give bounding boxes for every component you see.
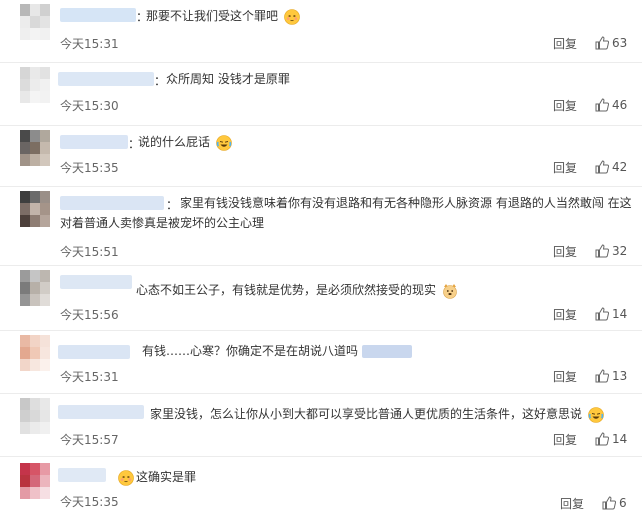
blush-emoji-icon	[118, 469, 134, 486]
timestamp: 今天15:31	[60, 37, 119, 51]
comment-row: 家里没钱，怎么让你从小到大都可以享受比普通人更优质的生活条件，这好意思说 今天1…	[0, 394, 642, 456]
like-button[interactable]: 42	[595, 160, 627, 174]
reply-button[interactable]: 回复	[553, 159, 577, 176]
username[interactable]	[58, 405, 144, 419]
avatar[interactable]	[20, 4, 50, 40]
comment-text: 有钱……心寒？你确定不是在胡说八道吗	[142, 341, 412, 361]
reply-button[interactable]: 回复	[560, 495, 584, 512]
thumbs-up-icon	[595, 244, 609, 258]
timestamp: 今天15:35	[60, 161, 119, 175]
avatar[interactable]	[20, 398, 50, 434]
username[interactable]	[58, 345, 130, 359]
thumbs-up-icon	[602, 496, 616, 510]
timestamp: 今天15:51	[60, 245, 119, 259]
comment-row: 这确实是罪 今天15:35 回复 6	[0, 457, 642, 521]
thumbs-up-icon	[595, 432, 609, 446]
thumbs-up-icon	[595, 36, 609, 50]
like-count: 63	[612, 36, 628, 50]
crying-laugh-emoji-icon	[216, 134, 232, 151]
avatar[interactable]	[20, 130, 50, 166]
timestamp: 今天15:35	[60, 495, 119, 509]
like-count: 6	[619, 496, 627, 510]
avatar[interactable]	[20, 463, 50, 499]
avatar[interactable]	[20, 335, 50, 371]
username[interactable]	[58, 468, 106, 482]
reply-button[interactable]: 回复	[553, 306, 577, 323]
avatar[interactable]	[20, 67, 50, 103]
thumbs-up-icon	[595, 369, 609, 383]
comment-text: 家里没钱，怎么让你从小到大都可以享受比普通人更优质的生活条件，这好意思说	[150, 404, 604, 424]
comment-row: ： 那要不让我们受这个罪吧 今天15:31 回复 63	[0, 0, 642, 62]
username[interactable]	[60, 8, 136, 22]
username[interactable]	[60, 135, 128, 149]
reply-button[interactable]: 回复	[553, 243, 577, 260]
avatar[interactable]	[20, 270, 50, 306]
like-button[interactable]: 32	[595, 244, 627, 258]
comment-row: ： 说的什么屁话 今天15:35 回复 42	[0, 126, 642, 186]
username[interactable]	[58, 72, 154, 86]
like-count: 14	[612, 307, 628, 321]
comment-text: 这确实是罪	[118, 467, 196, 487]
comment-text: 心态不如王公子，有钱就是优势，是必须欣然接受的现实	[136, 280, 458, 300]
comment-text: 那要不让我们受这个罪吧	[146, 6, 300, 26]
comment-row: ： 家里有钱没钱意味着你有没有退路和有无各种隐形人脉资源 有退路的人当然敢闯 在…	[0, 187, 642, 265]
reply-button[interactable]: 回复	[553, 97, 577, 114]
crying-laugh-emoji-icon	[588, 406, 604, 423]
like-button[interactable]: 14	[595, 432, 627, 446]
avatar[interactable]	[20, 191, 50, 227]
thumbs-up-icon	[595, 307, 609, 321]
like-count: 13	[612, 369, 628, 383]
like-count: 32	[612, 244, 628, 258]
reply-button[interactable]: 回复	[553, 431, 577, 448]
reply-button[interactable]: 回复	[553, 368, 577, 385]
timestamp: 今天15:56	[60, 308, 119, 322]
like-count: 42	[612, 160, 628, 174]
thumbs-up-icon	[595, 98, 609, 112]
comment-text: 说的什么屁话	[138, 132, 232, 152]
comment-text: 家里有钱没钱意味着你有没有退路和有无各种隐形人脉资源 有退路的人当然敢闯 在这对…	[60, 196, 632, 230]
comment-row: 有钱……心寒？你确定不是在胡说八道吗 今天15:31 回复 13	[0, 331, 642, 393]
reply-button[interactable]: 回复	[553, 35, 577, 52]
dog-emoji-icon	[443, 283, 457, 299]
like-count: 46	[612, 98, 628, 112]
comment-row: 心态不如王公子，有钱就是优势，是必须欣然接受的现实 今天15:56 回复 14	[0, 266, 642, 330]
colon: ：	[154, 74, 167, 88]
thumbs-up-icon	[595, 160, 609, 174]
timestamp: 今天15:30	[60, 99, 119, 113]
like-button[interactable]: 14	[595, 307, 627, 321]
like-button[interactable]: 46	[595, 98, 627, 112]
blurred-mention	[361, 345, 412, 358]
like-count: 14	[612, 432, 628, 446]
comment-text: 众所周知 没钱才是原罪	[166, 72, 290, 86]
timestamp: 今天15:31	[60, 370, 119, 384]
username[interactable]	[60, 275, 132, 289]
like-button[interactable]: 6	[602, 496, 627, 510]
blush-emoji-icon	[284, 8, 300, 25]
like-button[interactable]: 63	[595, 36, 627, 50]
like-button[interactable]: 13	[595, 369, 627, 383]
timestamp: 今天15:57	[60, 433, 119, 447]
comment-row: ： 众所周知 没钱才是原罪 今天15:30 回复 46	[0, 63, 642, 125]
